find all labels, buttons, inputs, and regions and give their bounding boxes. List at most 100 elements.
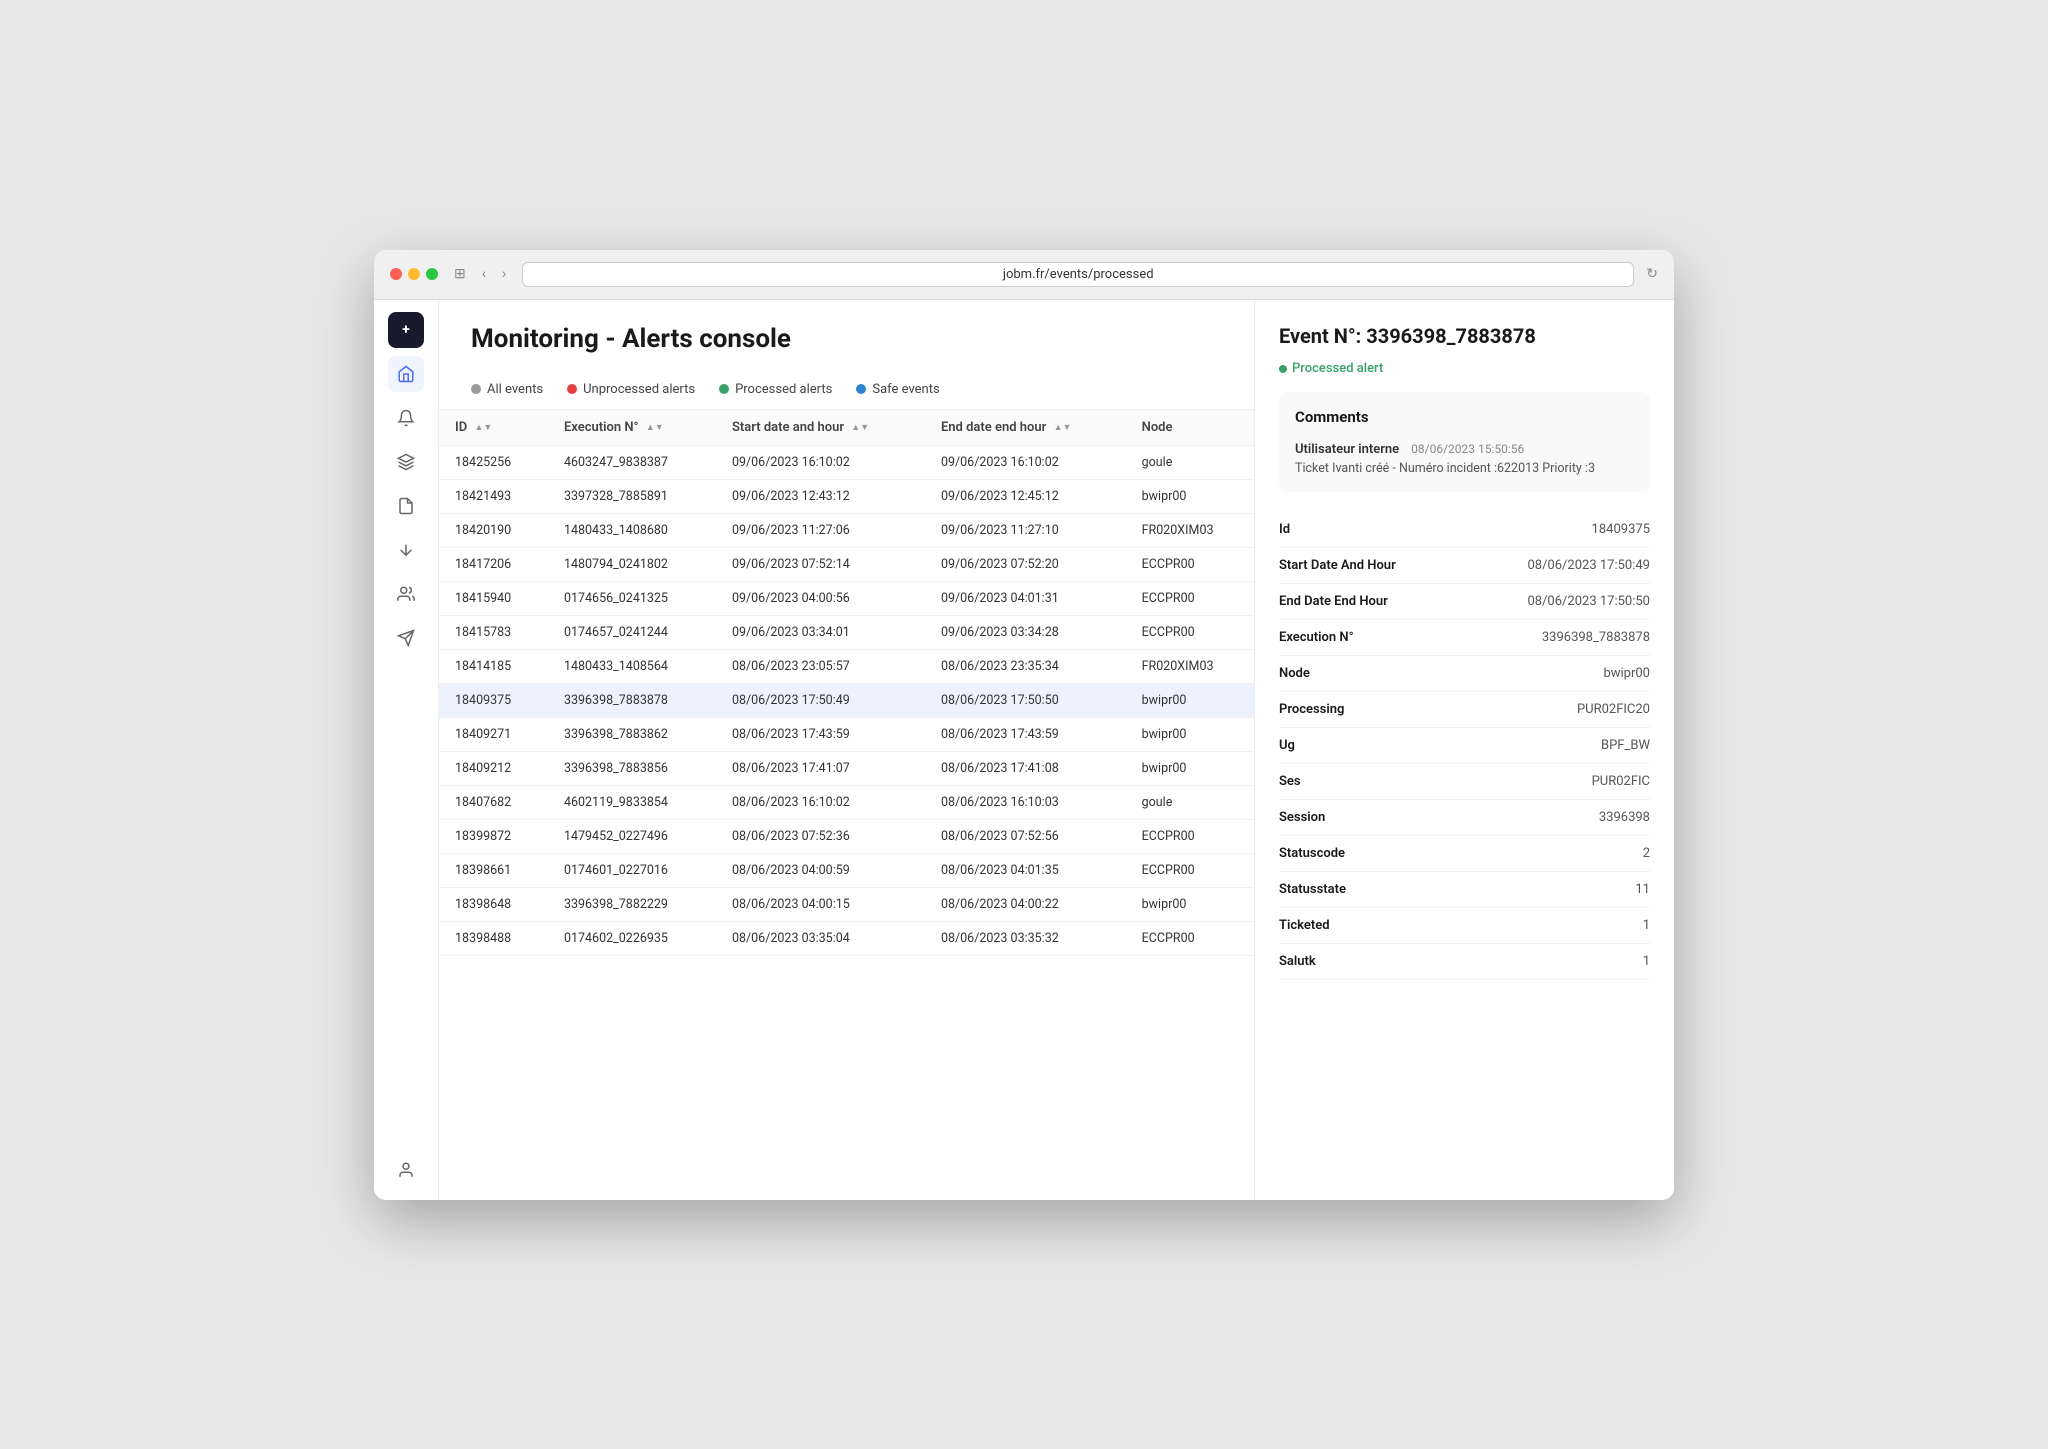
cell-id: 18409212 <box>439 751 548 785</box>
col-end[interactable]: End date end hour ▲▼ <box>925 410 1126 446</box>
minimize-button[interactable] <box>408 268 420 280</box>
col-execution[interactable]: Execution N° ▲▼ <box>548 410 716 446</box>
table-row[interactable]: 18407682 4602119_9833854 08/06/2023 16:1… <box>439 785 1254 819</box>
table-row[interactable]: 18409271 3396398_7883862 08/06/2023 17:4… <box>439 717 1254 751</box>
table-row[interactable]: 18399872 1479452_0227496 08/06/2023 07:5… <box>439 819 1254 853</box>
detail-row: Statuscode 2 <box>1279 836 1650 872</box>
detail-row: Start Date And Hour 08/06/2023 17:50:49 <box>1279 548 1650 584</box>
sidebar-item-home[interactable] <box>388 356 424 392</box>
detail-value: 08/06/2023 17:50:49 <box>1527 558 1650 573</box>
sidebar-logo-icon[interactable]: + <box>388 312 424 348</box>
sidebar-item-document[interactable] <box>388 488 424 524</box>
filter-safe[interactable]: Safe events <box>856 382 939 397</box>
alerts-table-container[interactable]: ID ▲▼ Execution N° ▲▼ Start date and hou… <box>439 410 1254 1200</box>
cell-start: 09/06/2023 11:27:06 <box>716 513 925 547</box>
browser-body: + <box>374 300 1674 1200</box>
detail-row: Ses PUR02FIC <box>1279 764 1650 800</box>
cell-end: 09/06/2023 12:45:12 <box>925 479 1126 513</box>
detail-row: Execution N° 3396398_7883878 <box>1279 620 1650 656</box>
table-row[interactable]: 18409375 3396398_7883878 08/06/2023 17:5… <box>439 683 1254 717</box>
page-header: Monitoring - Alerts console <box>439 300 1254 370</box>
cell-node: bwipr00 <box>1126 683 1254 717</box>
table-row[interactable]: 18415940 0174656_0241325 09/06/2023 04:0… <box>439 581 1254 615</box>
cell-execution: 3396398_7883878 <box>548 683 716 717</box>
col-id[interactable]: ID ▲▼ <box>439 410 548 446</box>
cell-node: bwipr00 <box>1126 479 1254 513</box>
browser-navigation: ⊞ ‹ › <box>450 264 510 284</box>
table-row[interactable]: 18414185 1480433_1408564 08/06/2023 23:0… <box>439 649 1254 683</box>
detail-value: 3396398_7883878 <box>1542 630 1650 645</box>
cell-node: ECCPR00 <box>1126 819 1254 853</box>
filter-unprocessed[interactable]: Unprocessed alerts <box>567 382 695 397</box>
back-button[interactable]: ‹ <box>478 264 490 284</box>
cell-start: 08/06/2023 17:50:49 <box>716 683 925 717</box>
all-events-label: All events <box>487 382 543 397</box>
cell-start: 09/06/2023 04:00:56 <box>716 581 925 615</box>
cell-end: 09/06/2023 03:34:28 <box>925 615 1126 649</box>
sidebar-item-alerts[interactable] <box>388 400 424 436</box>
cell-execution: 0174656_0241325 <box>548 581 716 615</box>
cell-end: 09/06/2023 16:10:02 <box>925 445 1126 479</box>
detail-row: Session 3396398 <box>1279 800 1650 836</box>
table-row[interactable]: 18398648 3396398_7882229 08/06/2023 04:0… <box>439 887 1254 921</box>
detail-row: Id 18409375 <box>1279 512 1650 548</box>
table-row[interactable]: 18421493 3397328_7885891 09/06/2023 12:4… <box>439 479 1254 513</box>
cell-id: 18409375 <box>439 683 548 717</box>
sidebar-item-transfer[interactable] <box>388 532 424 568</box>
page-title: Monitoring - Alerts console <box>471 324 1222 354</box>
detail-label: Statuscode <box>1279 846 1345 861</box>
address-bar[interactable]: jobm.fr/events/processed <box>522 262 1634 287</box>
cell-end: 08/06/2023 16:10:03 <box>925 785 1126 819</box>
cell-end: 08/06/2023 07:52:56 <box>925 819 1126 853</box>
detail-value: 2 <box>1643 846 1650 861</box>
col-start[interactable]: Start date and hour ▲▼ <box>716 410 925 446</box>
table-row[interactable]: 18415783 0174657_0241244 09/06/2023 03:3… <box>439 615 1254 649</box>
cell-start: 08/06/2023 07:52:36 <box>716 819 925 853</box>
refresh-icon[interactable]: ↻ <box>1646 266 1658 282</box>
comments-section: Comments Utilisateur interne 08/06/2023 … <box>1279 392 1650 492</box>
table-row[interactable]: 18398661 0174601_0227016 08/06/2023 04:0… <box>439 853 1254 887</box>
table-row[interactable]: 18420190 1480433_1408680 09/06/2023 11:2… <box>439 513 1254 547</box>
all-events-dot <box>471 384 481 394</box>
table-row[interactable]: 18398488 0174602_0226935 08/06/2023 03:3… <box>439 921 1254 955</box>
maximize-button[interactable] <box>426 268 438 280</box>
cell-node: ECCPR00 <box>1126 921 1254 955</box>
detail-label: Session <box>1279 810 1325 825</box>
cell-execution: 3396398_7882229 <box>548 887 716 921</box>
detail-value: 1 <box>1643 918 1650 933</box>
close-button[interactable] <box>390 268 402 280</box>
cell-start: 08/06/2023 17:43:59 <box>716 717 925 751</box>
forward-button[interactable]: › <box>498 264 510 284</box>
cell-node: goule <box>1126 445 1254 479</box>
detail-row: Node bwipr00 <box>1279 656 1650 692</box>
sidebar-item-layers[interactable] <box>388 444 424 480</box>
sidebar-toggle-icon[interactable]: ⊞ <box>450 264 470 284</box>
cell-id: 18407682 <box>439 785 548 819</box>
detail-value: 18409375 <box>1592 522 1650 537</box>
cell-id: 18415940 <box>439 581 548 615</box>
table-row[interactable]: 18425256 4603247_9838387 09/06/2023 16:1… <box>439 445 1254 479</box>
comment-timestamp: 08/06/2023 15:50:56 <box>1411 442 1524 456</box>
user-avatar-icon[interactable] <box>388 1152 424 1188</box>
detail-row: Statusstate 11 <box>1279 872 1650 908</box>
detail-row: Processing PUR02FIC20 <box>1279 692 1650 728</box>
cell-id: 18421493 <box>439 479 548 513</box>
table-row[interactable]: 18409212 3396398_7883856 08/06/2023 17:4… <box>439 751 1254 785</box>
sidebar-user-section <box>388 1152 424 1188</box>
main-content: Monitoring - Alerts console All events U… <box>439 300 1254 1200</box>
detail-row: Salutk 1 <box>1279 944 1650 980</box>
col-node[interactable]: Node <box>1126 410 1254 446</box>
filter-processed[interactable]: Processed alerts <box>719 382 832 397</box>
filter-all-events[interactable]: All events <box>471 382 543 397</box>
cell-execution: 3396398_7883856 <box>548 751 716 785</box>
detail-value: 08/06/2023 17:50:50 <box>1527 594 1650 609</box>
sidebar-item-send[interactable] <box>388 620 424 656</box>
sidebar-item-users[interactable] <box>388 576 424 612</box>
detail-label: Node <box>1279 666 1310 681</box>
cell-end: 08/06/2023 23:35:34 <box>925 649 1126 683</box>
table-row[interactable]: 18417206 1480794_0241802 09/06/2023 07:5… <box>439 547 1254 581</box>
cell-execution: 4602119_9833854 <box>548 785 716 819</box>
cell-id: 18399872 <box>439 819 548 853</box>
filter-bar: All events Unprocessed alerts Processed … <box>439 370 1254 410</box>
detail-value: PUR02FIC <box>1592 774 1650 789</box>
